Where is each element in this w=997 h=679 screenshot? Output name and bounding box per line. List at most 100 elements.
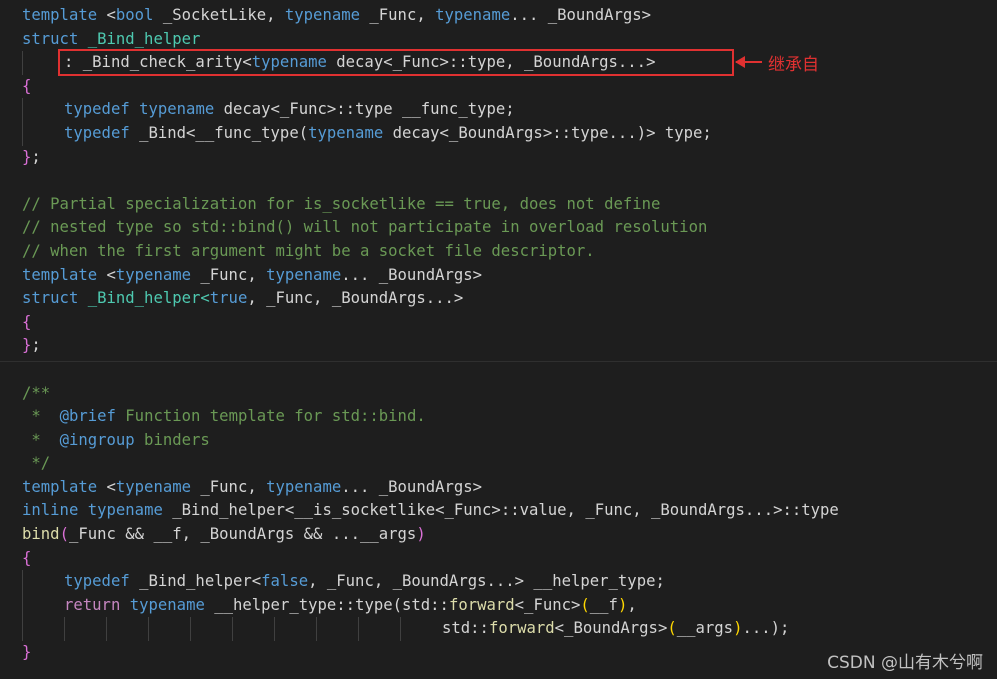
code-line[interactable]: { bbox=[0, 311, 997, 335]
code-token: < bbox=[97, 477, 116, 496]
indent-guide bbox=[358, 617, 359, 642]
code-line[interactable]: typedef _Bind_helper<false, _Func, _Boun… bbox=[0, 570, 997, 594]
code-line[interactable]: }; bbox=[0, 146, 997, 170]
code-token: forward bbox=[448, 595, 515, 614]
code-token: __args bbox=[676, 619, 734, 638]
code-token: // nested type so std::bind() will not p… bbox=[22, 218, 708, 237]
indent-guide bbox=[148, 617, 149, 642]
code-line-content: return typename __helper_type::type(std:… bbox=[22, 596, 637, 614]
code-token: { bbox=[22, 76, 32, 95]
code-line[interactable]: struct _Bind_helper<true, _Func, _BoundA… bbox=[0, 287, 997, 311]
code-line[interactable]: template <typename _Func, typename... _B… bbox=[0, 476, 997, 500]
code-line[interactable]: std::forward<_BoundArgs>(__args)...); bbox=[0, 617, 997, 642]
code-line[interactable]: return typename __helper_type::type(std:… bbox=[0, 593, 997, 618]
code-line-content: template <typename _Func, typename... _B… bbox=[22, 266, 482, 284]
code-token: typename bbox=[129, 595, 205, 614]
code-token: typedef bbox=[64, 572, 130, 591]
code-token: typedef bbox=[64, 123, 130, 142]
code-line[interactable]: { bbox=[0, 547, 997, 571]
code-token: <_Func> bbox=[514, 595, 581, 614]
code-line[interactable]: inline typename _Bind_helper<__is_socket… bbox=[0, 499, 997, 523]
code-token: ... _BoundArgs> bbox=[341, 265, 483, 284]
code-line[interactable]: { bbox=[0, 75, 997, 99]
code-token: typename bbox=[266, 265, 342, 284]
code-token: // Partial specialization for is_socketl… bbox=[22, 194, 661, 213]
indent-guide bbox=[22, 98, 23, 122]
code-line[interactable]: template <typename _Func, typename... _B… bbox=[0, 264, 997, 288]
code-token: inline bbox=[22, 501, 79, 520]
annotation-arrow-head bbox=[735, 56, 745, 68]
code-line-content: bind(_Func && __f, _BoundArgs && ...__ar… bbox=[22, 525, 426, 543]
indent-guide bbox=[274, 617, 275, 642]
code-token: { bbox=[22, 548, 32, 567]
code-token: ; bbox=[31, 147, 41, 166]
code-token: ; bbox=[31, 336, 41, 355]
code-token: template bbox=[22, 477, 98, 496]
code-editor[interactable]: template <bool _SocketLike, typename _Fu… bbox=[0, 4, 997, 665]
code-line[interactable]: template <bool _SocketLike, typename _Fu… bbox=[0, 4, 997, 28]
code-line[interactable]: // nested type so std::bind() will not p… bbox=[0, 216, 997, 240]
code-line[interactable]: typedef _Bind<__func_type(typename decay… bbox=[0, 121, 997, 146]
code-line-content: }; bbox=[22, 148, 41, 166]
code-token: forward bbox=[488, 619, 555, 638]
code-token: decay<_Func>::type __func_type; bbox=[214, 100, 515, 119]
code-line-content: typedef _Bind_helper<false, _Func, _Boun… bbox=[22, 572, 665, 590]
code-token: , bbox=[627, 595, 637, 614]
code-token: _Bind_helper<__is_socketlike<_Func>::val… bbox=[162, 501, 839, 520]
highlight-box bbox=[58, 49, 734, 76]
code-token: @brief bbox=[59, 407, 116, 426]
code-token: struct bbox=[22, 29, 79, 48]
code-line-content: // nested type so std::bind() will not p… bbox=[22, 218, 707, 236]
code-token: false bbox=[261, 572, 309, 591]
indent-guide bbox=[22, 617, 23, 642]
code-token: <_BoundArgs> bbox=[554, 619, 668, 638]
indent-guide bbox=[64, 617, 65, 642]
code-token: } bbox=[22, 643, 32, 662]
code-line[interactable]: }; bbox=[0, 334, 997, 358]
code-line[interactable]: * @ingroup binders bbox=[0, 429, 997, 453]
code-token: { bbox=[22, 312, 32, 331]
code-line[interactable]: struct _Bind_helper bbox=[0, 28, 997, 52]
code-token: < bbox=[97, 265, 116, 284]
code-line-content: struct _Bind_helper<true, _Func, _BoundA… bbox=[22, 289, 463, 307]
indent-guide bbox=[106, 617, 107, 642]
code-line[interactable]: // Partial specialization for is_socketl… bbox=[0, 193, 997, 217]
code-token: bind bbox=[22, 525, 60, 544]
code-token: // when the first argument might be a so… bbox=[22, 241, 595, 260]
indent-guide bbox=[400, 617, 401, 642]
code-token: typename bbox=[435, 6, 511, 24]
code-line-content: /** bbox=[22, 384, 50, 402]
code-token: __helper_type::type(std:: bbox=[204, 595, 449, 614]
code-line[interactable]: // when the first argument might be a so… bbox=[0, 240, 997, 264]
code-line[interactable]: * @brief Function template for std::bind… bbox=[0, 405, 997, 429]
code-line-content: * @ingroup binders bbox=[22, 430, 209, 449]
code-line-content: typedef typename decay<_Func>::type __fu… bbox=[22, 100, 515, 118]
code-token: std:: bbox=[442, 619, 489, 638]
code-token: ( bbox=[667, 619, 677, 638]
code-line-content: { bbox=[22, 77, 31, 95]
code-line[interactable]: */ bbox=[0, 452, 997, 476]
code-token: < bbox=[97, 6, 116, 24]
code-token: __f bbox=[589, 595, 618, 614]
code-token: ) bbox=[416, 525, 426, 544]
code-line-content: { bbox=[22, 313, 31, 331]
code-token: @ingroup bbox=[59, 430, 135, 449]
code-token: _Bind_helper< bbox=[78, 289, 210, 308]
code-line[interactable]: typedef typename decay<_Func>::type __fu… bbox=[0, 98, 997, 122]
code-line-content: } bbox=[22, 643, 31, 661]
code-token: ) bbox=[617, 595, 628, 614]
code-token: _SocketLike, bbox=[153, 6, 285, 24]
code-token: typename bbox=[115, 265, 191, 284]
code-line-content: template <typename _Func, typename... _B… bbox=[22, 478, 482, 496]
code-token: template bbox=[22, 265, 98, 284]
annotation-label: 继承自 bbox=[768, 55, 819, 75]
code-line[interactable] bbox=[0, 169, 997, 193]
indent-guide bbox=[22, 121, 23, 146]
indent-guide bbox=[232, 617, 233, 642]
indent-guide bbox=[190, 617, 191, 642]
code-token: _Bind_helper bbox=[78, 29, 201, 48]
code-line[interactable]: bind(_Func && __f, _BoundArgs && ...__ar… bbox=[0, 523, 997, 547]
code-line[interactable]: /** bbox=[0, 382, 997, 406]
